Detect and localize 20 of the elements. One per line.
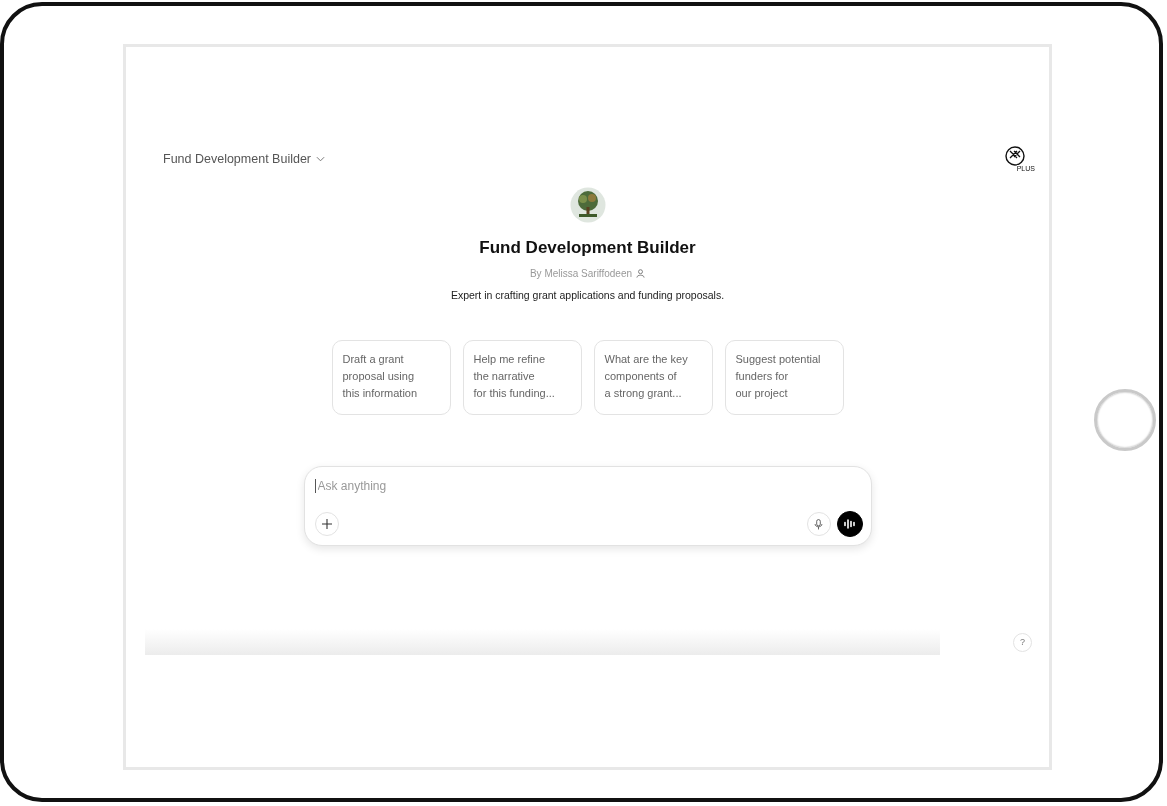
microphone-button[interactable] [806,512,831,536]
chevron-down-icon [316,156,325,162]
microphone-icon [814,518,823,530]
voice-mode-button[interactable] [836,511,863,537]
person-icon [636,269,646,278]
suggestion-card[interactable]: Help me refine the narrative for this funding... [462,340,582,415]
suggestion-card[interactable]: Draft a grant proposal using this information [331,340,451,415]
author-name: By Melissa Sariffodeen [529,268,633,279]
add-button[interactable] [314,512,339,536]
gpt-title-dropdown[interactable]: Fund Development Builder [163,152,325,166]
plus-icon [320,518,333,530]
gpt-name: Fund Development Builder [479,238,696,258]
help-button[interactable]: ? [1013,632,1032,652]
sound-wave-icon [842,518,857,530]
tree-avatar-icon [569,187,606,223]
gpt-description: Expert in crafting grant applications and funding proposals. [450,289,725,301]
suggestion-card[interactable]: What are the key components of a strong grant... [593,340,713,415]
message-composer[interactable]: Ask anything [303,466,872,546]
crossed-logo-icon [1005,146,1025,166]
suggestion-card[interactable]: Suggest potential funders for our project [724,340,844,415]
